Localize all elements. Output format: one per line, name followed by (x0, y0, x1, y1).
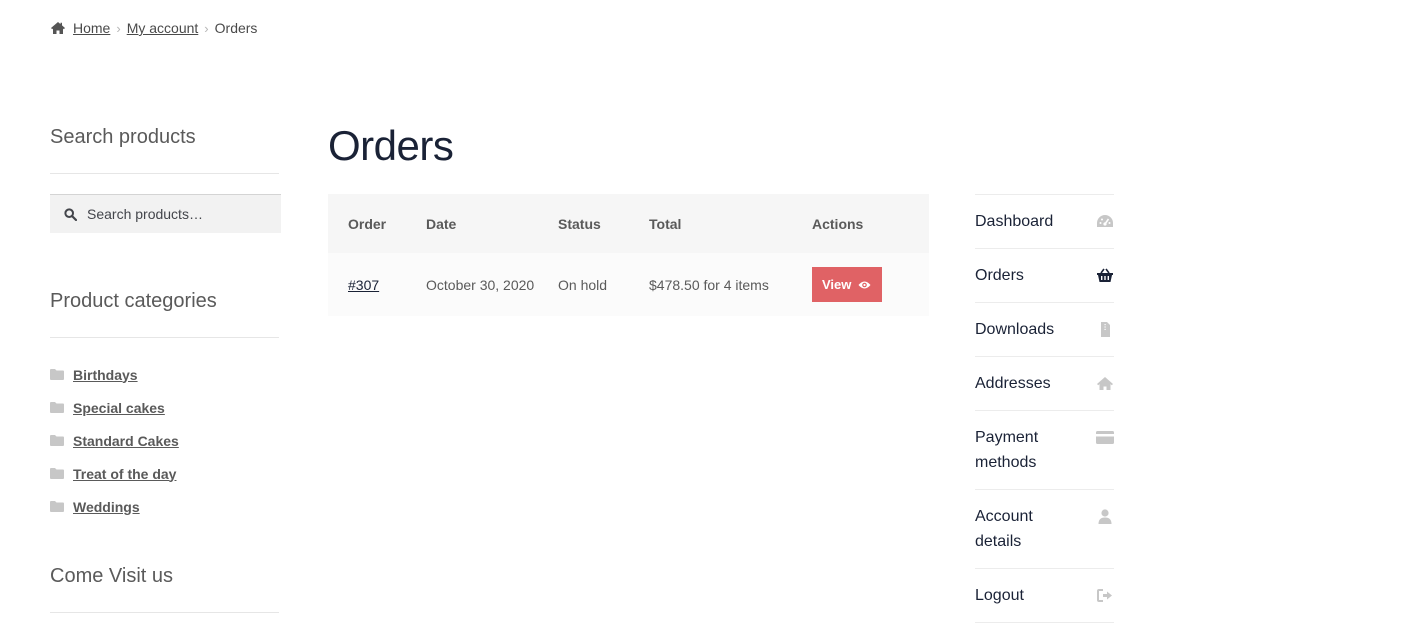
nav-label-payment-methods: Payment methods (975, 429, 1039, 471)
order-number-link[interactable]: #307 (348, 277, 379, 293)
category-link-birthdays[interactable]: Birthdays (73, 367, 138, 383)
account-nav-item-dashboard[interactable]: Dashboard (975, 195, 1114, 249)
basket-icon (1097, 268, 1113, 282)
divider (50, 612, 279, 613)
category-item: Standard Cakes (50, 424, 179, 457)
category-item: Weddings (50, 490, 179, 523)
categories-widget-title: Product categories (50, 290, 217, 312)
folder-icon (50, 369, 64, 380)
nav-label-logout: Logout (975, 587, 1024, 604)
view-order-button[interactable]: View (812, 267, 882, 302)
divider (50, 337, 279, 338)
folder-icon (50, 402, 64, 413)
breadcrumb-separator: › (116, 20, 121, 36)
search-box[interactable] (50, 194, 281, 233)
category-item: Special cakes (50, 391, 179, 424)
column-header-status: Status (558, 215, 601, 232)
credit-card-icon (1096, 431, 1114, 444)
nav-label-downloads: Downloads (975, 321, 1055, 338)
folder-icon (50, 435, 64, 446)
home-icon (51, 22, 65, 34)
search-widget-title: Search products (50, 126, 196, 148)
search-icon (64, 207, 77, 221)
table-row: #307 October 30, 2020 On hold $478.50 fo… (328, 253, 929, 316)
visit-widget-title: Come Visit us (50, 565, 174, 587)
category-item: Birthdays (50, 358, 179, 391)
nav-label-account-details: Account details (975, 508, 1033, 550)
breadcrumb: Home › My account › Orders (50, 19, 257, 37)
user-icon (1098, 509, 1112, 524)
account-nav-item-orders[interactable]: Orders (975, 249, 1114, 303)
folder-icon (50, 468, 64, 479)
breadcrumb-current: Orders (214, 20, 258, 36)
page-title: Orders (328, 122, 454, 169)
search-input[interactable] (87, 206, 257, 222)
column-header-actions: Actions (812, 215, 864, 232)
category-item: Treat of the day (50, 457, 179, 490)
nav-label-addresses: Addresses (975, 375, 1051, 392)
divider (50, 173, 279, 174)
account-nav-item-account-details[interactable]: Account details (975, 490, 1114, 569)
category-list: Birthdays Special cakes Standard Cakes T… (50, 358, 179, 523)
account-nav-item-payment-methods[interactable]: Payment methods (975, 411, 1114, 490)
folder-icon (50, 501, 64, 512)
logout-icon (1097, 589, 1112, 602)
category-link-special-cakes[interactable]: Special cakes (73, 400, 165, 416)
account-nav-item-logout[interactable]: Logout (975, 569, 1114, 623)
account-nav-item-downloads[interactable]: Downloads (975, 303, 1114, 357)
category-link-standard-cakes[interactable]: Standard Cakes (73, 433, 179, 449)
file-icon (1101, 322, 1110, 337)
column-header-date: Date (426, 215, 457, 232)
order-status: On hold (558, 276, 608, 293)
account-navigation: Dashboard Orders Downloads Addresses Pay… (975, 194, 1114, 623)
breadcrumb-home-link[interactable]: Home (73, 20, 110, 36)
orders-table: Order Date Status Total Actions #307 Oct… (328, 194, 929, 316)
nav-label-orders: Orders (975, 267, 1024, 284)
view-button-label: View (822, 277, 852, 292)
category-link-treat-of-the-day[interactable]: Treat of the day (73, 466, 176, 482)
category-link-weddings[interactable]: Weddings (73, 499, 140, 515)
column-header-total: Total (649, 215, 682, 232)
order-date: October 30, 2020 (426, 276, 535, 293)
table-header-row: Order Date Status Total Actions (328, 194, 929, 253)
home-icon (1097, 377, 1113, 390)
dashboard-icon (1097, 215, 1113, 227)
eye-icon (858, 281, 871, 288)
nav-label-dashboard: Dashboard (975, 213, 1054, 230)
breadcrumb-separator: › (204, 20, 209, 36)
order-total: $478.50 for 4 items (649, 276, 769, 293)
breadcrumb-my-account-link[interactable]: My account (127, 20, 199, 36)
column-header-order: Order (348, 215, 387, 232)
account-nav-item-addresses[interactable]: Addresses (975, 357, 1114, 411)
